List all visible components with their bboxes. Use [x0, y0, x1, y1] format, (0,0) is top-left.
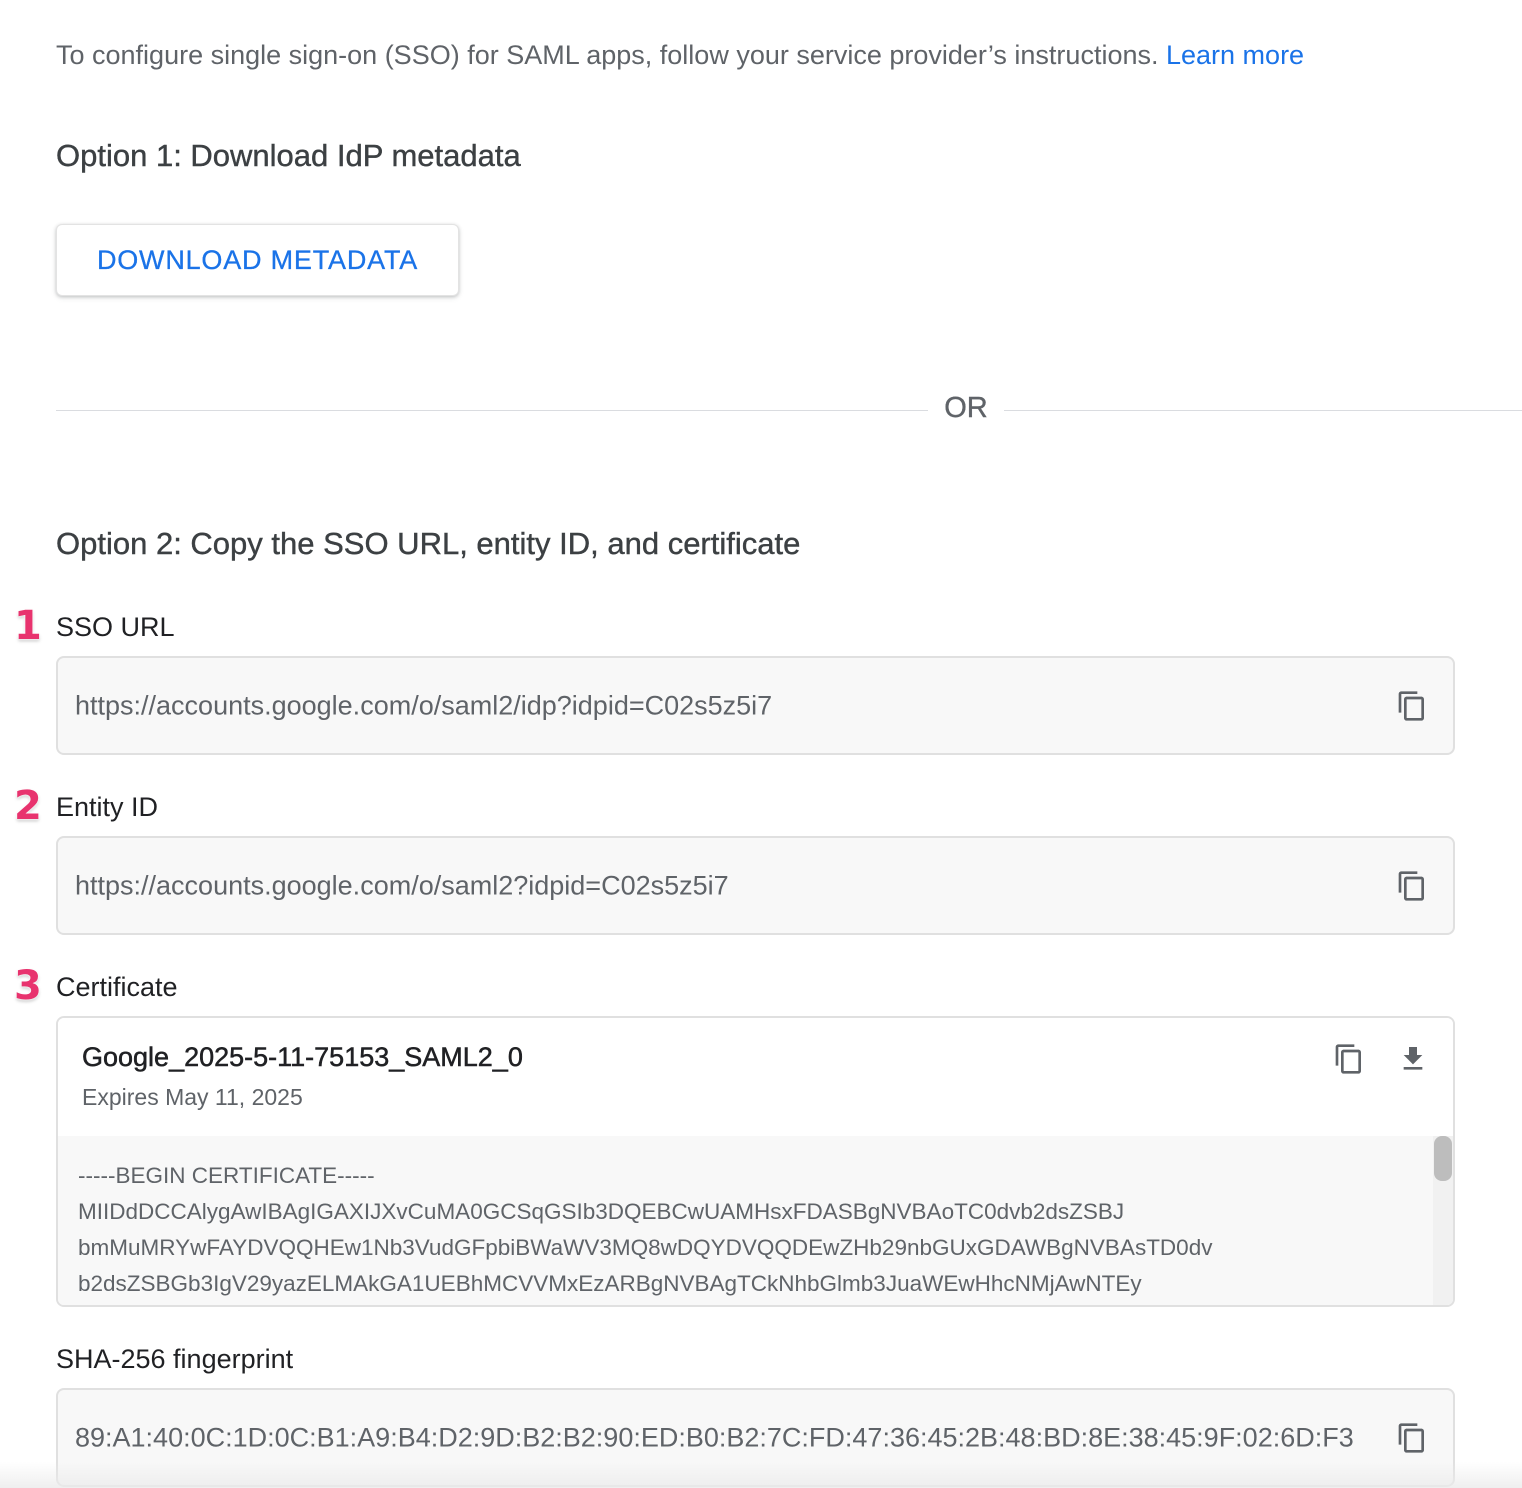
certificate-line: b2dsZSBGb3IgV29yazELMAkGA1UEBhMCVVMxEzAR…: [78, 1271, 1142, 1296]
certificate-text[interactable]: -----BEGIN CERTIFICATE----- MIIDdDCCAlyg…: [78, 1158, 1212, 1302]
or-divider-label: OR: [944, 392, 988, 424]
download-icon[interactable]: [1397, 1042, 1429, 1076]
certificate-line: -----BEGIN CERTIFICATE-----: [78, 1163, 375, 1188]
copy-icon[interactable]: [1396, 1421, 1428, 1455]
certificate-scrollbar[interactable]: [1433, 1136, 1453, 1305]
certificate-label: Certificate: [56, 972, 178, 1002]
certificate-card: Google_2025-5-11-75153_SAML2_0 Expires M…: [56, 1016, 1455, 1307]
annotation-number-3: 3: [14, 963, 42, 1009]
learn-more-link[interactable]: Learn more: [1166, 40, 1304, 70]
certificate-expiry: Expires May 11, 2025: [82, 1084, 303, 1110]
sso-url-value[interactable]: https://accounts.google.com/o/saml2/idp?…: [75, 690, 772, 721]
certificate-header: Google_2025-5-11-75153_SAML2_0 Expires M…: [58, 1018, 1453, 1138]
fingerprint-value[interactable]: 89:A1:40:0C:1D:0C:B1:A9:B4:D2:9D:B2:B2:9…: [75, 1422, 1354, 1453]
scrollbar-thumb[interactable]: [1434, 1136, 1452, 1181]
certificate-name: Google_2025-5-11-75153_SAML2_0: [82, 1042, 523, 1073]
divider-right: [1004, 410, 1522, 411]
copy-icon[interactable]: [1396, 689, 1428, 723]
annotation-number-1: 1: [14, 603, 42, 649]
copy-icon[interactable]: [1333, 1042, 1365, 1076]
sso-url-field[interactable]: https://accounts.google.com/o/saml2/idp?…: [56, 656, 1455, 755]
entity-id-label: Entity ID: [56, 792, 159, 822]
sso-url-label: SSO URL: [56, 612, 175, 642]
fingerprint-field[interactable]: 89:A1:40:0C:1D:0C:B1:A9:B4:D2:9D:B2:B2:9…: [56, 1388, 1455, 1487]
divider-left: [56, 410, 928, 411]
certificate-line: bmMuMRYwFAYDVQQHEw1Nb3VudGFpbiBWaWV3MQ8w…: [78, 1235, 1213, 1260]
entity-id-value[interactable]: https://accounts.google.com/o/saml2?idpi…: [75, 870, 729, 901]
copy-icon[interactable]: [1396, 869, 1428, 903]
annotation-number-2: 2: [14, 783, 42, 829]
intro-text: To configure single sign-on (SSO) for SA…: [56, 40, 1304, 71]
intro-description: To configure single sign-on (SSO) for SA…: [56, 40, 1159, 70]
fingerprint-label: SHA-256 fingerprint: [56, 1344, 294, 1374]
certificate-line: MIIDdDCCAlygAwIBAgIGAXIJXvCuMA0GCSqGSIb3…: [78, 1199, 1125, 1224]
option2-heading: Option 2: Copy the SSO URL, entity ID, a…: [56, 526, 801, 561]
download-metadata-button[interactable]: DOWNLOAD METADATA: [56, 224, 459, 296]
entity-id-field[interactable]: https://accounts.google.com/o/saml2?idpi…: [56, 836, 1455, 935]
certificate-body[interactable]: -----BEGIN CERTIFICATE----- MIIDdDCCAlyg…: [58, 1136, 1453, 1305]
option1-heading: Option 1: Download IdP metadata: [56, 138, 521, 173]
